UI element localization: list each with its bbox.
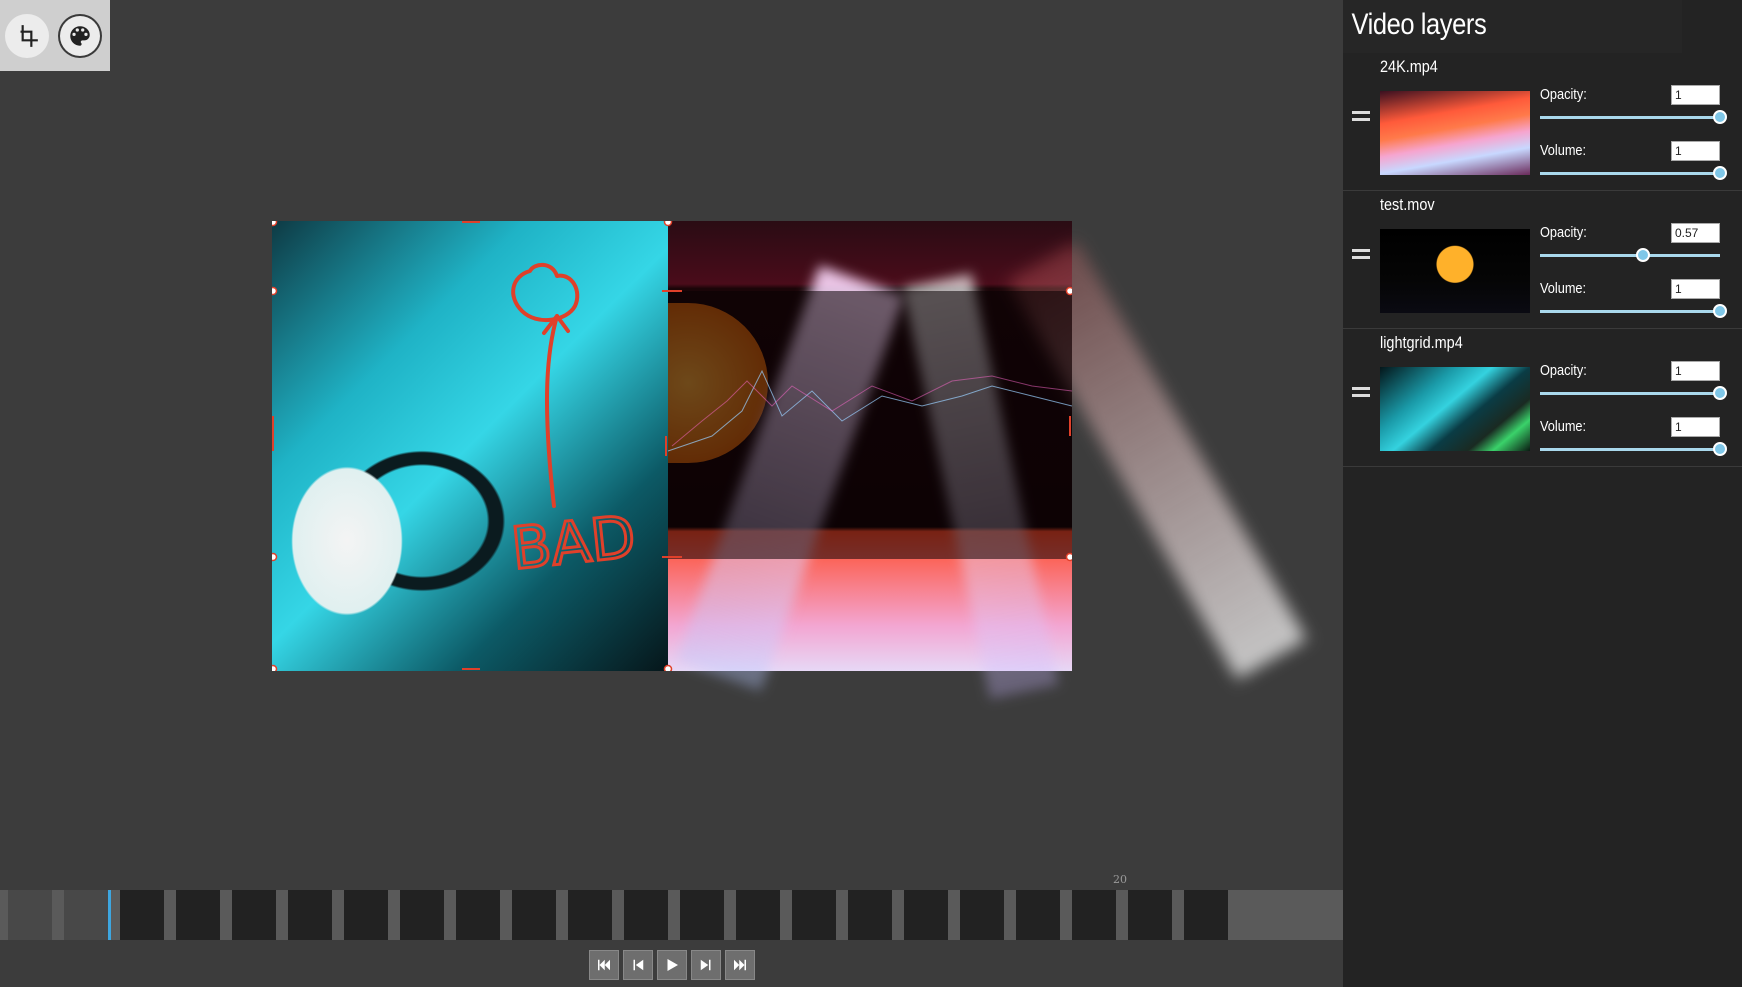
video-layers-panel: Video layers 24K.mp4 Opacity: Volume: te… xyxy=(1343,0,1742,987)
opacity-slider[interactable] xyxy=(1540,386,1727,400)
timeline-frame[interactable] xyxy=(624,890,668,940)
volume-label: Volume: xyxy=(1540,418,1587,435)
timeline-frame[interactable] xyxy=(568,890,612,940)
opacity-label: Opacity: xyxy=(1540,224,1587,241)
step-forward-icon xyxy=(700,959,711,971)
volume-input[interactable] xyxy=(1671,141,1720,161)
layer-name: test.mov xyxy=(1380,195,1435,214)
layer-name: 24K.mp4 xyxy=(1380,57,1438,76)
timeline-frame[interactable] xyxy=(1072,890,1116,940)
annotation-text: BAD xyxy=(508,502,639,583)
skip-to-start-icon xyxy=(598,959,610,971)
timeline-frame[interactable] xyxy=(1016,890,1060,940)
layer-thumbnail xyxy=(1380,229,1530,313)
step-back-icon xyxy=(633,959,644,971)
layer-thumbnail xyxy=(1380,91,1530,175)
opacity-label: Opacity: xyxy=(1540,362,1587,379)
volume-label: Volume: xyxy=(1540,280,1587,297)
opacity-input[interactable] xyxy=(1671,223,1720,243)
volume-label: Volume: xyxy=(1540,142,1587,159)
skip-to-end-icon xyxy=(734,959,746,971)
timeline-frame[interactable] xyxy=(232,890,276,940)
volume-input[interactable] xyxy=(1671,279,1720,299)
timeline-frame[interactable] xyxy=(1184,890,1228,940)
timeline-frame[interactable] xyxy=(8,890,52,940)
panel-title: Video layers xyxy=(1343,0,1683,53)
volume-input[interactable] xyxy=(1671,417,1720,437)
timeline-frame[interactable] xyxy=(792,890,836,940)
timeline-frame[interactable] xyxy=(176,890,220,940)
opacity-input[interactable] xyxy=(1671,361,1720,381)
crop-icon xyxy=(20,24,38,47)
volume-slider-knob[interactable] xyxy=(1713,166,1727,180)
transport-controls xyxy=(589,950,755,980)
timeline-frame[interactable] xyxy=(344,890,388,940)
opacity-label: Opacity: xyxy=(1540,86,1587,103)
color-button[interactable] xyxy=(58,13,102,58)
volume-slider[interactable] xyxy=(1540,166,1727,180)
timeline-frame[interactable] xyxy=(120,890,164,940)
volume-slider[interactable] xyxy=(1540,304,1727,318)
skip-to-start-button[interactable] xyxy=(589,950,619,980)
play-icon xyxy=(667,959,678,971)
timeline-frame[interactable] xyxy=(400,890,444,940)
volume-slider-knob[interactable] xyxy=(1713,442,1727,456)
palette-icon xyxy=(70,25,90,46)
timeline-frame[interactable] xyxy=(64,890,108,940)
timeline-frame[interactable] xyxy=(456,890,500,940)
timeline-frame[interactable] xyxy=(848,890,892,940)
video-editor: BAD 20 Video layers 24K.mp4 Opacity: 1 V… xyxy=(0,0,1742,987)
selection-overlay: BAD xyxy=(272,221,1072,671)
layer-item[interactable]: lightgrid.mp4 Opacity: Volume: xyxy=(1343,329,1742,467)
timeline-frame[interactable] xyxy=(1128,890,1172,940)
layer-thumbnail xyxy=(1380,367,1530,451)
playhead[interactable] xyxy=(108,890,111,940)
tool-bar xyxy=(0,0,110,71)
opacity-slider-knob[interactable] xyxy=(1635,248,1650,262)
volume-slider-knob[interactable] xyxy=(1713,304,1727,318)
timeline-frame[interactable] xyxy=(288,890,332,940)
crop-button[interactable] xyxy=(5,13,49,58)
timeline-strip[interactable] xyxy=(0,890,1352,940)
opacity-slider-knob[interactable] xyxy=(1713,110,1727,124)
timeline-ruler-label: 20 xyxy=(1113,873,1127,886)
annotation-drawing xyxy=(511,262,580,508)
timeline-frame[interactable] xyxy=(960,890,1004,940)
timeline-frame[interactable] xyxy=(904,890,948,940)
step-forward-button[interactable] xyxy=(691,950,721,980)
test-mov-layer xyxy=(668,291,1072,559)
step-back-button[interactable] xyxy=(623,950,653,980)
drag-handle-icon[interactable] xyxy=(1352,249,1370,259)
drag-handle-icon[interactable] xyxy=(1352,387,1370,397)
timeline-frame[interactable] xyxy=(680,890,724,940)
play-button[interactable] xyxy=(657,950,687,980)
layer-name: lightgrid.mp4 xyxy=(1380,333,1463,352)
video-stage[interactable]: BAD xyxy=(272,221,1307,700)
opacity-slider[interactable] xyxy=(1540,248,1720,262)
opacity-slider-knob[interactable] xyxy=(1713,386,1727,400)
opacity-input[interactable] xyxy=(1671,85,1720,105)
opacity-slider[interactable] xyxy=(1540,110,1727,124)
layer-item[interactable]: 24K.mp4 Opacity: Volume: xyxy=(1343,53,1742,191)
skip-to-end-button[interactable] xyxy=(725,950,755,980)
layer-item[interactable]: test.mov Opacity: Volume: xyxy=(1343,191,1742,329)
volume-slider[interactable] xyxy=(1540,442,1727,456)
drag-handle-icon[interactable] xyxy=(1352,111,1370,121)
timeline-frame[interactable] xyxy=(736,890,780,940)
timeline-frame[interactable] xyxy=(512,890,556,940)
